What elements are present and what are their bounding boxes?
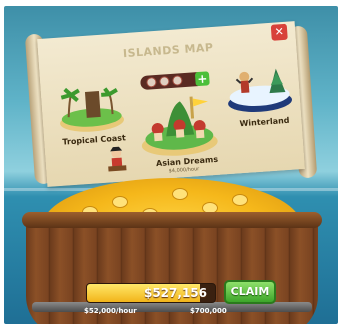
- island-asian-dreams[interactable]: [133, 89, 224, 163]
- island-winterland[interactable]: [223, 54, 295, 121]
- progress-dot: [159, 76, 170, 87]
- vault-capacity: $700,000: [190, 307, 227, 315]
- coin-icon: [112, 196, 128, 208]
- island-tropical-coast[interactable]: [54, 75, 128, 140]
- winter-island-icon: [228, 68, 292, 113]
- close-icon[interactable]: ✕: [270, 23, 288, 41]
- progress-dot: [172, 75, 183, 86]
- game-scene: ISLANDS MAP ✕ + Tropical Coast Asian Dre…: [4, 6, 338, 324]
- vault-value: $527,156: [143, 286, 207, 300]
- plus-icon[interactable]: +: [194, 71, 210, 87]
- coin-icon: [232, 194, 248, 206]
- map-title: ISLANDS MAP: [122, 40, 214, 61]
- asian-island-icon: [141, 96, 218, 156]
- progress-dot: [146, 76, 157, 88]
- income-rate: $52,000/hour: [84, 307, 137, 315]
- pirate-character-icon: [108, 146, 127, 172]
- island-income: $4,000/hour: [168, 166, 200, 175]
- claim-button[interactable]: CLAIM: [224, 280, 276, 304]
- tropical-island-icon: [60, 87, 124, 132]
- barrel-rim: [22, 212, 322, 228]
- vault-value-bar: $527,156: [86, 283, 216, 303]
- coin-icon: [172, 188, 188, 200]
- islands-map[interactable]: ISLANDS MAP ✕ + Tropical Coast Asian Dre…: [37, 21, 305, 187]
